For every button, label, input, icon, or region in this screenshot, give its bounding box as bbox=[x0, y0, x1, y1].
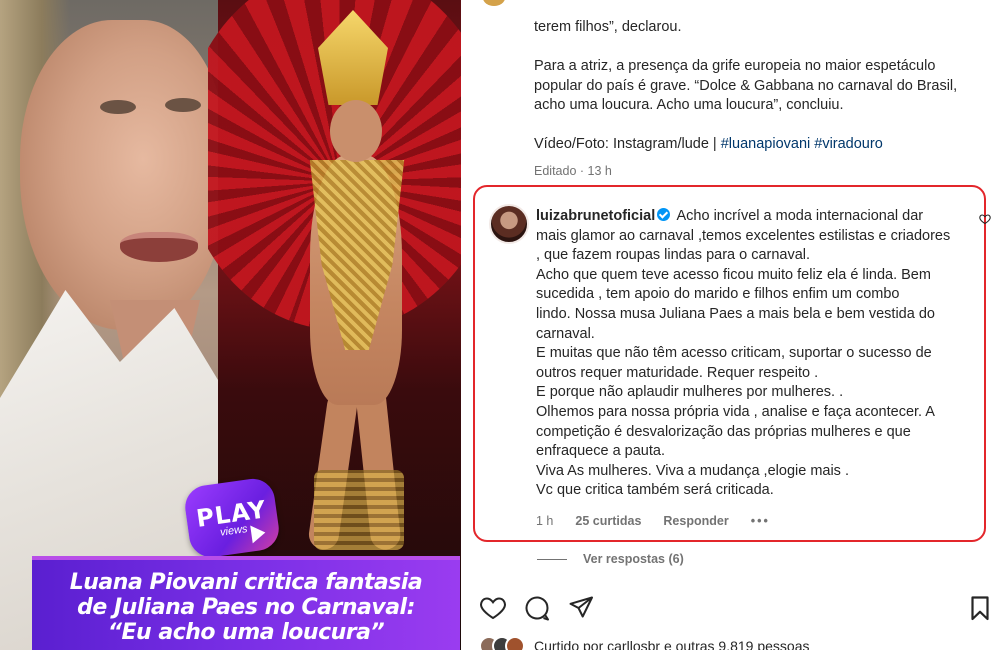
comment-line: Vc que critica também será criticada. bbox=[536, 482, 774, 499]
post-details-panel: terem filhos”, declarou. Para a atriz, a… bbox=[461, 0, 1000, 650]
send-icon[interactable] bbox=[567, 594, 595, 622]
comment-time: 1 h bbox=[536, 514, 554, 528]
comment-line: competição é desvalorização das próprias… bbox=[536, 423, 911, 440]
avatar[interactable] bbox=[489, 204, 529, 244]
eye-shape bbox=[165, 98, 201, 112]
highlighted-comment: luizabrunetoficial Acho incrível a moda … bbox=[473, 185, 986, 542]
caption-line: terem filhos”, declarou. bbox=[534, 19, 682, 35]
headline-line: Luana Piovani critica fantasia bbox=[69, 570, 423, 595]
comment-likes-link[interactable]: 25 curtidas bbox=[575, 514, 641, 528]
dancer-head bbox=[330, 100, 382, 162]
comment-line: E muitas que não têm acesso criticam, su… bbox=[536, 345, 932, 362]
mouth-shape bbox=[120, 232, 198, 262]
play-views-logo: PLAY views bbox=[182, 476, 282, 560]
caption-credit: Vídeo/Foto: Instagram/lude | #luanapiova… bbox=[534, 135, 984, 155]
reply-button[interactable]: Responder bbox=[663, 514, 728, 528]
photo-juliana-carnival bbox=[208, 0, 461, 650]
comment-line: carnaval. bbox=[536, 325, 595, 342]
comment-like-heart-icon[interactable] bbox=[979, 213, 991, 225]
comment-line: Acho que quem teve acesso ficou muito fe… bbox=[536, 266, 931, 283]
play-icon bbox=[250, 523, 267, 544]
boots-shape bbox=[314, 470, 404, 550]
comment-username[interactable]: luizabrunetoficial bbox=[536, 208, 655, 224]
headline-line: de Juliana Paes no Carnaval: bbox=[77, 595, 415, 620]
comment-line: enfraquece a pauta. bbox=[536, 443, 665, 460]
likes-text: Curtido por carllosbr e outras 9.819 pes… bbox=[534, 638, 810, 650]
logo-subtitle: views bbox=[219, 522, 249, 539]
verified-badge-icon bbox=[657, 208, 671, 221]
caption-line: popular do país é grave. “Dolce & Gabban… bbox=[534, 77, 958, 94]
view-replies-button[interactable]: Ver respostas (6) bbox=[537, 552, 684, 566]
avatar[interactable] bbox=[483, 0, 505, 6]
comment-icon[interactable] bbox=[523, 594, 551, 622]
comment-line: mais glamor ao carnaval ,temos excelente… bbox=[536, 227, 951, 244]
likes-summary[interactable]: Curtido por carllosbr e outras 9.819 pes… bbox=[479, 636, 809, 650]
comment-line: Viva As mulheres. Viva a mudança ,elogie… bbox=[536, 462, 849, 479]
post-media[interactable]: PLAY views Luana Piovani critica fantasi… bbox=[0, 0, 461, 650]
face-shape bbox=[20, 20, 225, 330]
headline-line: “Eu acho uma loucura” bbox=[107, 620, 385, 645]
comment-line: outros requer maturidade. Requer respeit… bbox=[536, 364, 819, 381]
video-frame-luana bbox=[0, 0, 225, 650]
comment-line: Acho incrível a moda internacional dar bbox=[676, 208, 924, 224]
more-options-icon[interactable]: ••• bbox=[751, 514, 770, 528]
comment-line: E porque não aplaudir mulheres por mulhe… bbox=[536, 384, 844, 401]
eye-shape bbox=[100, 100, 136, 114]
edited-timestamp: Editado · 13 h bbox=[534, 164, 612, 178]
credit-text: Vídeo/Foto: Instagram/lude | bbox=[534, 136, 721, 152]
comment-line: lindo. Nossa musa Juliana Paes a mais be… bbox=[536, 305, 935, 322]
post-caption: terem filhos”, declarou. Para a atriz, a… bbox=[534, 18, 984, 155]
headline-banner: Luana Piovani critica fantasia de Julian… bbox=[32, 556, 460, 650]
comment-line: Olhemos para nossa própria vida , analis… bbox=[536, 403, 935, 420]
comment-line: sucedida , tem apoio do marido e filhos … bbox=[536, 286, 900, 303]
caption-line: acho uma loucura. Acho uma loucura”, con… bbox=[534, 97, 844, 113]
comment-actions: 1 h 25 curtidas Responder ••• bbox=[536, 514, 770, 528]
comment-line: , que fazem roupas lindas para o carnava… bbox=[536, 247, 811, 264]
caption-line: Para a atriz, a presença da grife europe… bbox=[534, 58, 936, 74]
avatar bbox=[505, 636, 525, 650]
heart-icon[interactable] bbox=[479, 594, 507, 622]
divider bbox=[537, 558, 567, 560]
bookmark-icon[interactable] bbox=[966, 594, 994, 622]
comment-body: luizabrunetoficial Acho incrível a moda … bbox=[536, 207, 976, 501]
view-replies-label: Ver respostas (6) bbox=[583, 552, 684, 566]
post-action-bar bbox=[479, 594, 994, 622]
hashtag-links[interactable]: #luanapiovani #viradouro bbox=[721, 136, 883, 152]
